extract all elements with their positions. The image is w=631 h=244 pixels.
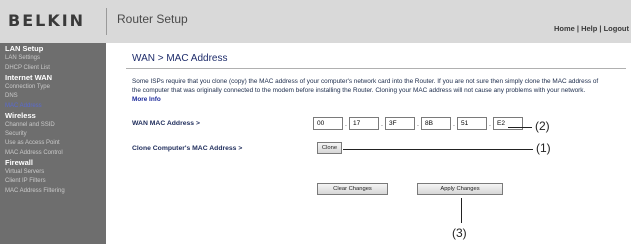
mac-octet-4[interactable]: 8B [421,117,451,130]
description-body: Some ISPs require that you clone (copy) … [132,78,599,94]
main-content: WAN > MAC Address Some ISPs require that… [106,43,631,244]
sidebar-item-virtual-servers[interactable]: Virtual Servers [0,168,106,177]
mac-separator: . [345,121,347,128]
apply-changes-button[interactable]: Apply Changes [417,183,503,195]
sidebar-item-mac-address-filtering[interactable]: MAC Address Filtering [0,187,106,196]
header-bar: BELKIN Router Setup Home | Help | Logout [0,0,631,43]
header-divider [106,8,107,35]
clear-changes-button[interactable]: Clear Changes [317,183,388,195]
sidebar-item-security[interactable]: Security [0,130,106,139]
sidebar-section-firewall[interactable]: Firewall [0,158,106,168]
sidebar-item-dhcp-client-list[interactable]: DHCP Client List [0,64,106,73]
page-title: WAN > MAC Address [132,53,228,64]
sidebar-item-dns[interactable]: DNS [0,92,106,101]
sidebar-item-client-ip-filters[interactable]: Client IP Filters [0,177,106,186]
callout-label-apply: (3) [452,226,467,240]
callout-line-mac [508,127,532,128]
top-nav-links[interactable]: Home | Help | Logout [554,24,629,33]
callout-label-clone: (1) [536,141,551,155]
mac-separator: . [381,121,383,128]
mac-octet-5[interactable]: 51 [457,117,487,130]
sidebar-section-lan-setup[interactable]: LAN Setup [0,44,106,54]
mac-separator: . [417,121,419,128]
sidebar-section-wireless[interactable]: Wireless [0,111,106,121]
sidebar-item-connection-type[interactable]: Connection Type [0,83,106,92]
callout-label-mac: (2) [535,119,550,133]
app-title: Router Setup [117,12,188,26]
callout-line-clone [343,149,533,150]
sidebar-section-internet-wan[interactable]: Internet WAN [0,73,106,83]
title-divider [126,68,626,69]
sidebar-item-mac-address[interactable]: MAC Address [0,102,106,111]
sidebar-item-access-point[interactable]: Use as Access Point [0,139,106,148]
mac-octet-2[interactable]: 17 [349,117,379,130]
mac-separator: . [489,121,491,128]
wan-mac-label: WAN MAC Address > [132,120,200,127]
callout-line-apply [461,198,462,223]
sidebar-item-channel-ssid[interactable]: Channel and SSID [0,121,106,130]
mac-separator: . [453,121,455,128]
clone-mac-label: Clone Computer's MAC Address > [132,145,243,152]
description-text: Some ISPs require that you clone (copy) … [132,78,602,104]
mac-octet-3[interactable]: 3F [385,117,415,130]
sidebar-item-lan-settings[interactable]: LAN Settings [0,54,106,63]
more-info-link[interactable]: More Info [132,96,161,103]
mac-octet-6[interactable]: E2 [493,117,523,130]
sidebar: LAN Setup LAN Settings DHCP Client List … [0,43,106,244]
sidebar-item-mac-address-control[interactable]: MAC Address Control [0,149,106,158]
clone-button[interactable]: Clone [317,142,342,154]
belkin-logo: BELKIN [8,11,86,30]
mac-octet-1[interactable]: 00 [313,117,343,130]
